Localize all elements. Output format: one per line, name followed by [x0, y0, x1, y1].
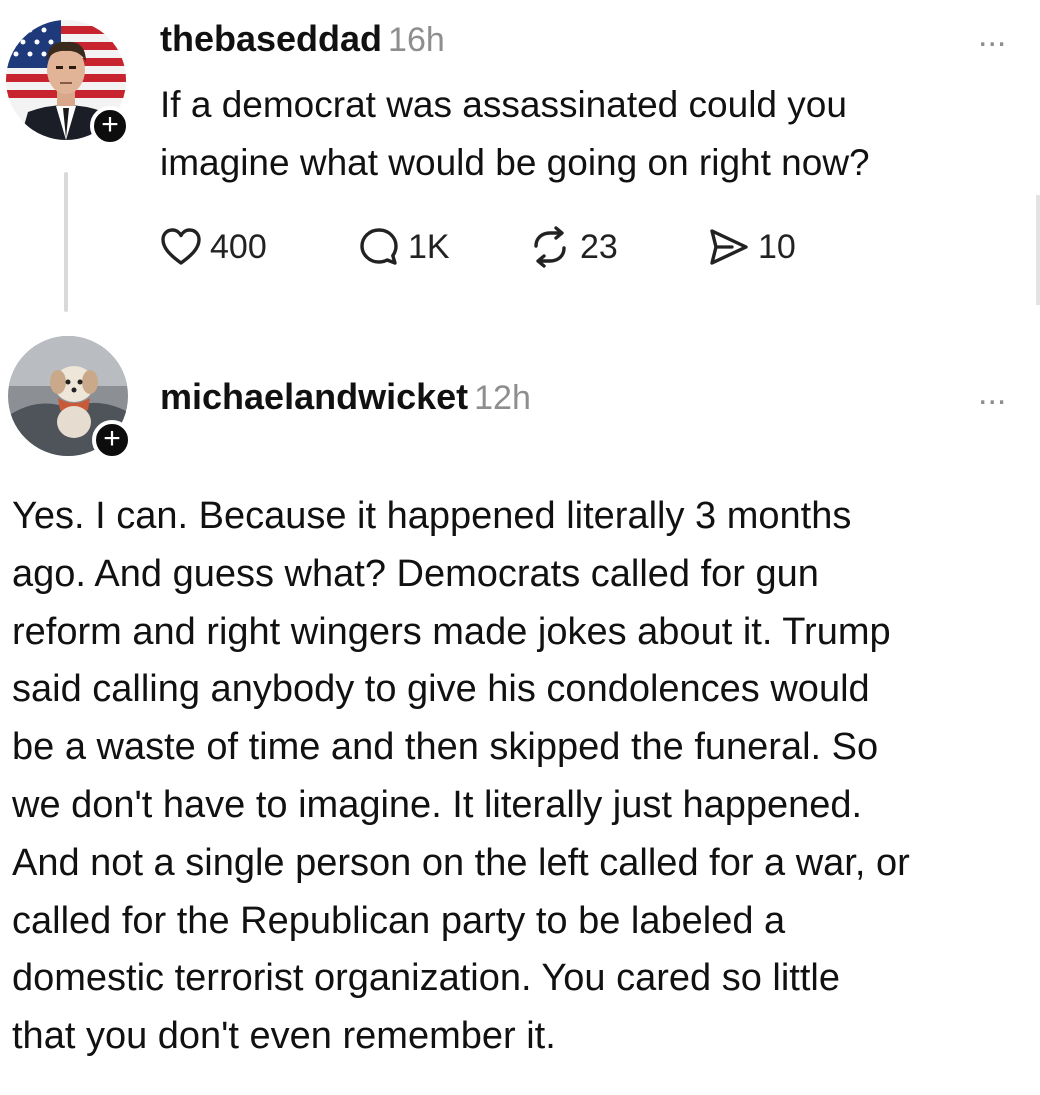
like-button[interactable]: 400 — [160, 222, 267, 272]
post-time: 16h — [388, 21, 445, 59]
reply-time: 12h — [474, 379, 531, 417]
comment-button[interactable]: 1K — [358, 222, 450, 272]
post-text: If a democrat was assassinated could you… — [160, 84, 870, 183]
share-count: 10 — [758, 227, 796, 266]
like-count: 400 — [210, 227, 267, 266]
comment-count: 1K — [408, 227, 450, 266]
reply-text: Yes. I can. Because it happened literall… — [12, 495, 910, 1058]
follow-plus-icon[interactable]: + — [90, 106, 130, 146]
reply-follow-plus-icon[interactable]: + — [92, 420, 132, 460]
username[interactable]: thebaseddad — [160, 18, 382, 59]
heart-icon — [161, 228, 201, 265]
repost-button[interactable]: 23 — [528, 222, 618, 272]
share-icon — [710, 229, 748, 265]
share-button[interactable]: 10 — [706, 222, 796, 272]
more-icon[interactable]: ... — [978, 16, 1006, 55]
comment-icon — [360, 228, 398, 265]
repost-count: 23 — [580, 227, 618, 266]
reply-header: michaelandwicket 12h — [160, 376, 531, 418]
repost-icon — [534, 226, 566, 268]
thread-line — [64, 172, 68, 312]
post-header: thebaseddad 16h — [160, 18, 445, 60]
reply-username[interactable]: michaelandwicket — [160, 376, 468, 417]
edge-divider — [1036, 195, 1040, 305]
reply-more-icon[interactable]: ... — [978, 374, 1006, 413]
